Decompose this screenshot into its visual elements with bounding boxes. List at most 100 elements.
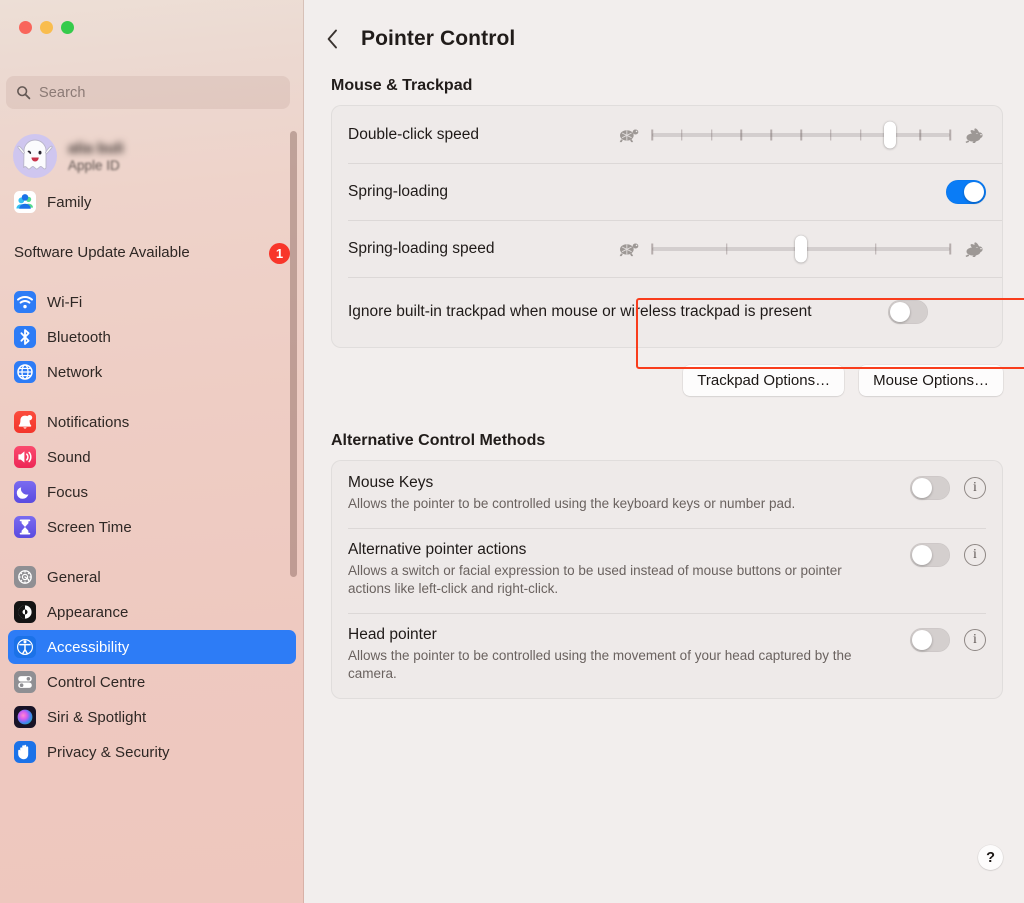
search-field[interactable]: Search xyxy=(6,76,290,109)
info-icon[interactable]: i xyxy=(964,628,986,651)
sidebar-item-control-centre[interactable]: Control Centre xyxy=(8,665,296,699)
siri-icon xyxy=(14,706,36,728)
minimize-button[interactable] xyxy=(40,21,53,34)
sidebar-item-privacy-security[interactable]: Privacy & Security xyxy=(8,735,296,769)
turtle-icon xyxy=(619,243,639,256)
row-double-click-speed: Double-click speed xyxy=(332,106,1002,163)
sidebar-group-divider xyxy=(0,545,304,559)
avatar xyxy=(13,134,57,178)
sidebar-scrollbar[interactable] xyxy=(290,131,297,577)
sidebar-item-label: General xyxy=(47,568,101,586)
sidebar-item-focus[interactable]: Focus xyxy=(8,475,296,509)
sidebar-item-label: Screen Time xyxy=(47,518,132,536)
spring-loading-speed-slider[interactable] xyxy=(651,234,951,264)
alt-description: Allows the pointer to be controlled usin… xyxy=(348,496,796,511)
back-button[interactable] xyxy=(321,26,343,52)
alt-title: Mouse Keys xyxy=(348,474,434,491)
privacy-icon xyxy=(14,741,36,763)
spring-loading-speed-slider-group xyxy=(616,234,986,264)
alt-description: Allows the pointer to be controlled usin… xyxy=(348,647,852,682)
sidebar-item-siri-spotlight[interactable]: Siri & Spotlight xyxy=(8,700,296,734)
alt-description: Allows a switch or facial expression to … xyxy=(348,562,842,597)
sound-icon xyxy=(14,446,36,468)
double-click-speed-slider[interactable] xyxy=(651,120,951,150)
zoom-button[interactable] xyxy=(61,21,74,34)
alt-title: Head pointer xyxy=(348,625,437,643)
general-icon xyxy=(14,566,36,588)
accessibility-icon xyxy=(14,636,36,658)
chevron-left-icon xyxy=(327,29,337,48)
focus-icon xyxy=(14,481,36,503)
rabbit-icon xyxy=(965,241,983,257)
software-update-label: Software Update Available xyxy=(14,244,190,261)
sidebar-item-bluetooth[interactable]: Bluetooth xyxy=(8,320,296,354)
sidebar-item-label: Privacy & Security xyxy=(47,743,170,761)
system-settings-window: Search alia buli Apple ID Family Softwar… xyxy=(0,0,1024,903)
row-label: Spring-loading xyxy=(348,182,448,200)
ignore-builtin-trackpad-toggle[interactable] xyxy=(888,300,928,324)
sidebar-item-label: Accessibility xyxy=(47,638,130,656)
row-label: Ignore built-in trackpad when mouse or w… xyxy=(348,303,812,320)
trackpad-options-button[interactable]: Trackpad Options… xyxy=(683,365,845,396)
row-ignore-builtin-trackpad: Ignore built-in trackpad when mouse or w… xyxy=(332,277,1002,347)
sidebar-item-general[interactable]: General xyxy=(8,560,296,594)
sidebar-item-sound[interactable]: Sound xyxy=(8,440,296,474)
sidebar-item-apple-id[interactable]: alia buli Apple ID xyxy=(0,128,304,184)
head-pointer-toggle[interactable] xyxy=(910,627,950,652)
toggle-knob xyxy=(912,544,932,565)
slider-thumb[interactable] xyxy=(884,121,897,148)
alternative-control-methods-card: Mouse Keys Allows the pointer to be cont… xyxy=(331,460,1003,699)
double-click-speed-slider-group xyxy=(616,120,986,150)
account-name: alia buli xyxy=(68,139,124,157)
alternative-pointer-actions-toggle[interactable] xyxy=(910,542,950,567)
wifi-icon xyxy=(14,291,36,313)
slider-thumb[interactable] xyxy=(795,235,807,262)
row-mouse-keys: Mouse Keys Allows the pointer to be cont… xyxy=(332,461,1002,528)
sidebar-item-appearance[interactable]: Appearance xyxy=(8,595,296,629)
sidebar-item-network[interactable]: Network xyxy=(8,355,296,389)
help-button[interactable]: ? xyxy=(978,845,1003,870)
notifications-icon xyxy=(14,411,36,433)
spring-loading-toggle[interactable] xyxy=(946,179,986,204)
appearance-icon xyxy=(14,601,36,623)
mouse-keys-toggle[interactable] xyxy=(910,476,950,500)
search-icon xyxy=(17,86,31,100)
family-icon xyxy=(14,191,36,213)
traffic-lights xyxy=(19,21,74,34)
ghost-avatar-icon xyxy=(17,139,53,170)
sidebar-item-label: Control Centre xyxy=(47,673,146,691)
bluetooth-icon xyxy=(14,326,36,348)
main-content: Pointer Control Mouse & Trackpad Double-… xyxy=(304,0,1024,903)
row-head-pointer: Head pointer Allows the pointer to be co… xyxy=(332,612,1002,698)
info-icon[interactable]: i xyxy=(964,543,986,566)
sidebar-item-notifications[interactable]: Notifications xyxy=(8,405,296,439)
control-centre-icon xyxy=(14,671,36,693)
sidebar-item-wifi[interactable]: Wi-Fi xyxy=(8,285,296,319)
info-icon[interactable]: i xyxy=(964,477,986,499)
sidebar-item-label: Bluetooth xyxy=(47,328,111,346)
close-button[interactable] xyxy=(19,21,32,34)
section-heading-alternative-control-methods: Alternative Control Methods xyxy=(331,432,546,449)
toggle-knob xyxy=(912,629,932,650)
row-label: Double-click speed xyxy=(348,125,479,143)
turtle-icon xyxy=(619,129,639,142)
sidebar-item-family[interactable]: Family xyxy=(8,185,296,219)
toggle-knob xyxy=(912,478,932,498)
search-placeholder: Search xyxy=(39,84,86,101)
row-spring-loading-speed: Spring-loading speed xyxy=(332,220,1002,277)
status-badge: 1 xyxy=(269,242,290,264)
screen-time-icon xyxy=(14,516,36,538)
row-alternative-pointer-actions: Alternative pointer actions Allows a swi… xyxy=(332,527,1002,613)
main-header: Pointer Control xyxy=(304,0,1024,58)
rabbit-icon xyxy=(965,127,983,143)
sidebar-item-accessibility[interactable]: Accessibility xyxy=(8,630,296,664)
sidebar-item-screen-time[interactable]: Screen Time xyxy=(8,510,296,544)
mouse-options-button[interactable]: Mouse Options… xyxy=(859,365,1003,396)
alt-title: Alternative pointer actions xyxy=(348,540,527,558)
sidebar-nav: alia buli Apple ID Family Software Updat… xyxy=(0,128,304,770)
sidebar-item-software-update[interactable]: Software Update Available 1 xyxy=(8,231,296,275)
page-title: Pointer Control xyxy=(361,26,516,50)
toggle-knob xyxy=(890,302,910,322)
mouse-trackpad-card: Double-click speed Spring-loading Spring… xyxy=(331,105,1003,348)
sidebar-item-label: Notifications xyxy=(47,413,130,431)
